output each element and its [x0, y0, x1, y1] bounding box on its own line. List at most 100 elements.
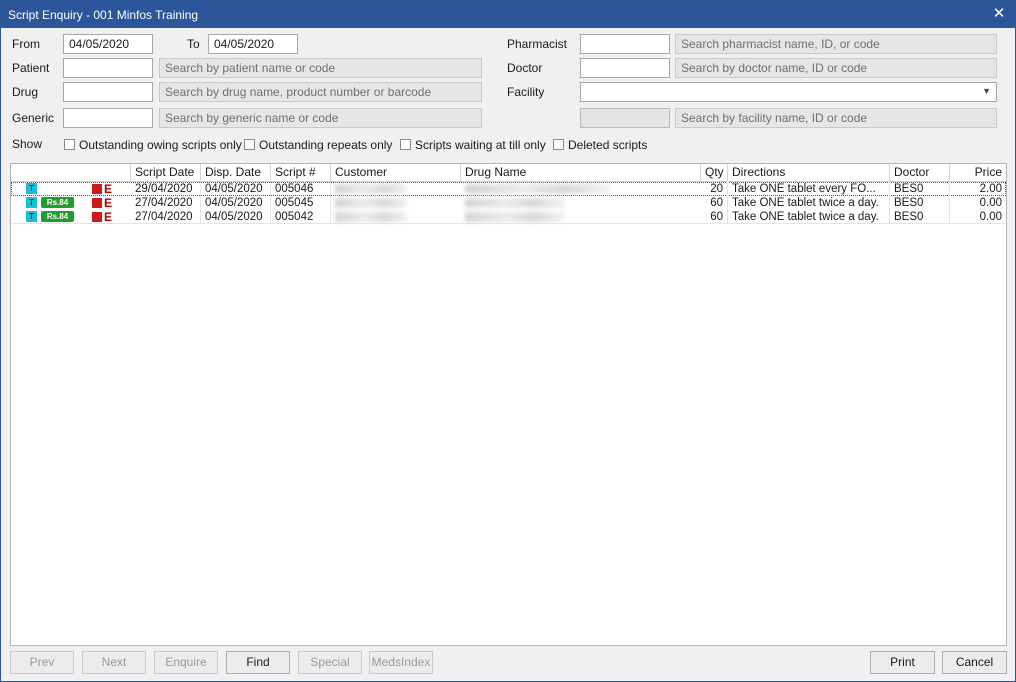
checkbox-icon[interactable] — [244, 139, 255, 150]
t-status-icon: T — [26, 197, 37, 208]
doctor-cell: BES0 — [890, 196, 950, 210]
column-header-script-date[interactable]: Script Date — [131, 164, 201, 181]
qty-cell: 60 — [701, 210, 728, 224]
drug-name-cell-redacted — [465, 184, 610, 194]
column-header-script-number[interactable]: Script # — [271, 164, 331, 181]
script-number-cell: 005046 — [271, 182, 331, 196]
e-script-icon: E — [104, 182, 113, 196]
script-date-cell: 27/04/2020 — [131, 196, 201, 210]
window-title: Script Enquiry - 001 Minfos Training — [8, 8, 199, 22]
script-number-cell: 005045 — [271, 196, 331, 210]
checkbox-label: Outstanding repeats only — [259, 138, 393, 152]
t-status-icon: T — [26, 211, 37, 222]
facility-dropdown[interactable]: ▼ — [580, 82, 997, 102]
checkbox-label: Deleted scripts — [568, 138, 648, 152]
enquire-button[interactable]: Enquire — [154, 651, 218, 674]
waiting-at-till-checkbox[interactable]: Scripts waiting at till only — [400, 137, 546, 153]
rs84-badge-icon: Rs.84 — [41, 211, 74, 222]
t-status-icon: T — [26, 183, 37, 194]
grid-header: Script Date Disp. Date Script # Customer… — [11, 164, 1006, 182]
doctor-label: Doctor — [507, 61, 543, 75]
pharmacist-label: Pharmacist — [507, 37, 568, 51]
to-label: To — [187, 37, 200, 51]
red-flag-icon — [92, 212, 102, 222]
disp-date-cell: 04/05/2020 — [201, 196, 271, 210]
doctor-cell: BES0 — [890, 182, 950, 196]
column-header-disp-date[interactable]: Disp. Date — [201, 164, 271, 181]
customer-cell-redacted — [335, 212, 407, 222]
checkbox-label: Scripts waiting at till only — [415, 138, 546, 152]
column-header-drug-name[interactable]: Drug Name — [461, 164, 701, 181]
doctor-code-field[interactable] — [580, 58, 670, 78]
qty-cell: 20 — [701, 182, 728, 196]
directions-cell: Take ONE tablet twice a day. — [728, 196, 890, 210]
scripts-grid[interactable]: Script Date Disp. Date Script # Customer… — [10, 163, 1007, 646]
column-header-price[interactable]: Price — [950, 164, 1006, 181]
title-bar: Script Enquiry - 001 Minfos Training ✕ — [1, 1, 1015, 28]
drug-code-field[interactable] — [63, 82, 153, 102]
column-header-doctor[interactable]: Doctor — [890, 164, 950, 181]
facility-label: Facility — [507, 85, 545, 99]
column-header-qty[interactable]: Qty — [701, 164, 728, 181]
e-script-icon: E — [104, 196, 113, 210]
doctor-search-field[interactable]: Search by doctor name, ID or code — [675, 58, 997, 78]
script-date-cell: 27/04/2020 — [131, 210, 201, 224]
checkbox-icon[interactable] — [553, 139, 564, 150]
print-button[interactable]: Print — [870, 651, 935, 674]
facility-code-field — [580, 108, 670, 128]
price-cell: 0.00 — [979, 211, 1002, 223]
rs84-badge-icon: Rs.84 — [41, 197, 74, 208]
script-date-cell: 29/04/2020 — [131, 182, 201, 196]
directions-cell: Take ONE tablet twice a day. — [728, 210, 890, 224]
find-button[interactable]: Find — [226, 651, 290, 674]
deleted-scripts-checkbox[interactable]: Deleted scripts — [553, 137, 647, 153]
customer-cell-redacted — [335, 198, 407, 208]
icons-column-header[interactable] — [11, 164, 131, 181]
special-button[interactable]: Special — [298, 651, 362, 674]
prev-button[interactable]: Prev — [10, 651, 74, 674]
generic-search-field[interactable]: Search by generic name or code — [159, 108, 482, 128]
checkbox-icon[interactable] — [400, 139, 411, 150]
doctor-cell: BES0 — [890, 210, 950, 224]
generic-code-field[interactable] — [63, 108, 153, 128]
table-row[interactable]: T Rs.84 E 27/04/2020 04/05/2020 005042 6… — [11, 210, 1006, 224]
drug-name-cell-redacted — [465, 198, 565, 208]
script-number-cell: 005042 — [271, 210, 331, 224]
from-date-field[interactable]: 04/05/2020 — [63, 34, 153, 54]
close-icon[interactable]: ✕ — [989, 4, 1009, 24]
patient-search-field[interactable]: Search by patient name or code — [159, 58, 482, 78]
red-flag-icon — [92, 184, 102, 194]
e-script-icon: E — [104, 210, 113, 224]
generic-label: Generic — [12, 111, 55, 125]
to-date-field[interactable]: 04/05/2020 — [208, 34, 298, 54]
qty-cell: 60 — [701, 196, 728, 210]
table-row[interactable]: T E 29/04/2020 04/05/2020 005046 20 Take… — [11, 182, 1006, 196]
chevron-down-icon[interactable]: ▼ — [982, 84, 991, 98]
column-header-customer[interactable]: Customer — [331, 164, 461, 181]
customer-cell-redacted — [335, 184, 407, 194]
patient-label: Patient — [12, 61, 50, 75]
pharmacist-search-field[interactable]: Search pharmacist name, ID, or code — [675, 34, 997, 54]
drug-search-field[interactable]: Search by drug name, product number or b… — [159, 82, 482, 102]
outstanding-owing-checkbox[interactable]: Outstanding owing scripts only — [64, 137, 242, 153]
medsindex-button[interactable]: MedsIndex — [369, 651, 433, 674]
directions-cell: Take ONE tablet every FO... — [728, 182, 890, 196]
drug-name-cell-redacted — [465, 212, 565, 222]
facility-search-field[interactable]: Search by facility name, ID or code — [675, 108, 997, 128]
pharmacist-code-field[interactable] — [580, 34, 670, 54]
column-header-directions[interactable]: Directions — [728, 164, 890, 181]
patient-code-field[interactable] — [63, 58, 153, 78]
price-cell: 0.00 — [979, 197, 1002, 209]
show-label: Show — [12, 137, 43, 151]
table-row[interactable]: T Rs.84 E 27/04/2020 04/05/2020 005045 6… — [11, 196, 1006, 210]
from-label: From — [12, 37, 40, 51]
disp-date-cell: 04/05/2020 — [201, 182, 271, 196]
drug-label: Drug — [12, 85, 39, 99]
cancel-button[interactable]: Cancel — [942, 651, 1007, 674]
outstanding-repeats-checkbox[interactable]: Outstanding repeats only — [244, 137, 392, 153]
disp-date-cell: 04/05/2020 — [201, 210, 271, 224]
checkbox-label: Outstanding owing scripts only — [79, 138, 242, 152]
next-button[interactable]: Next — [82, 651, 146, 674]
script-enquiry-window: Script Enquiry - 001 Minfos Training ✕ F… — [0, 0, 1016, 682]
checkbox-icon[interactable] — [64, 139, 75, 150]
